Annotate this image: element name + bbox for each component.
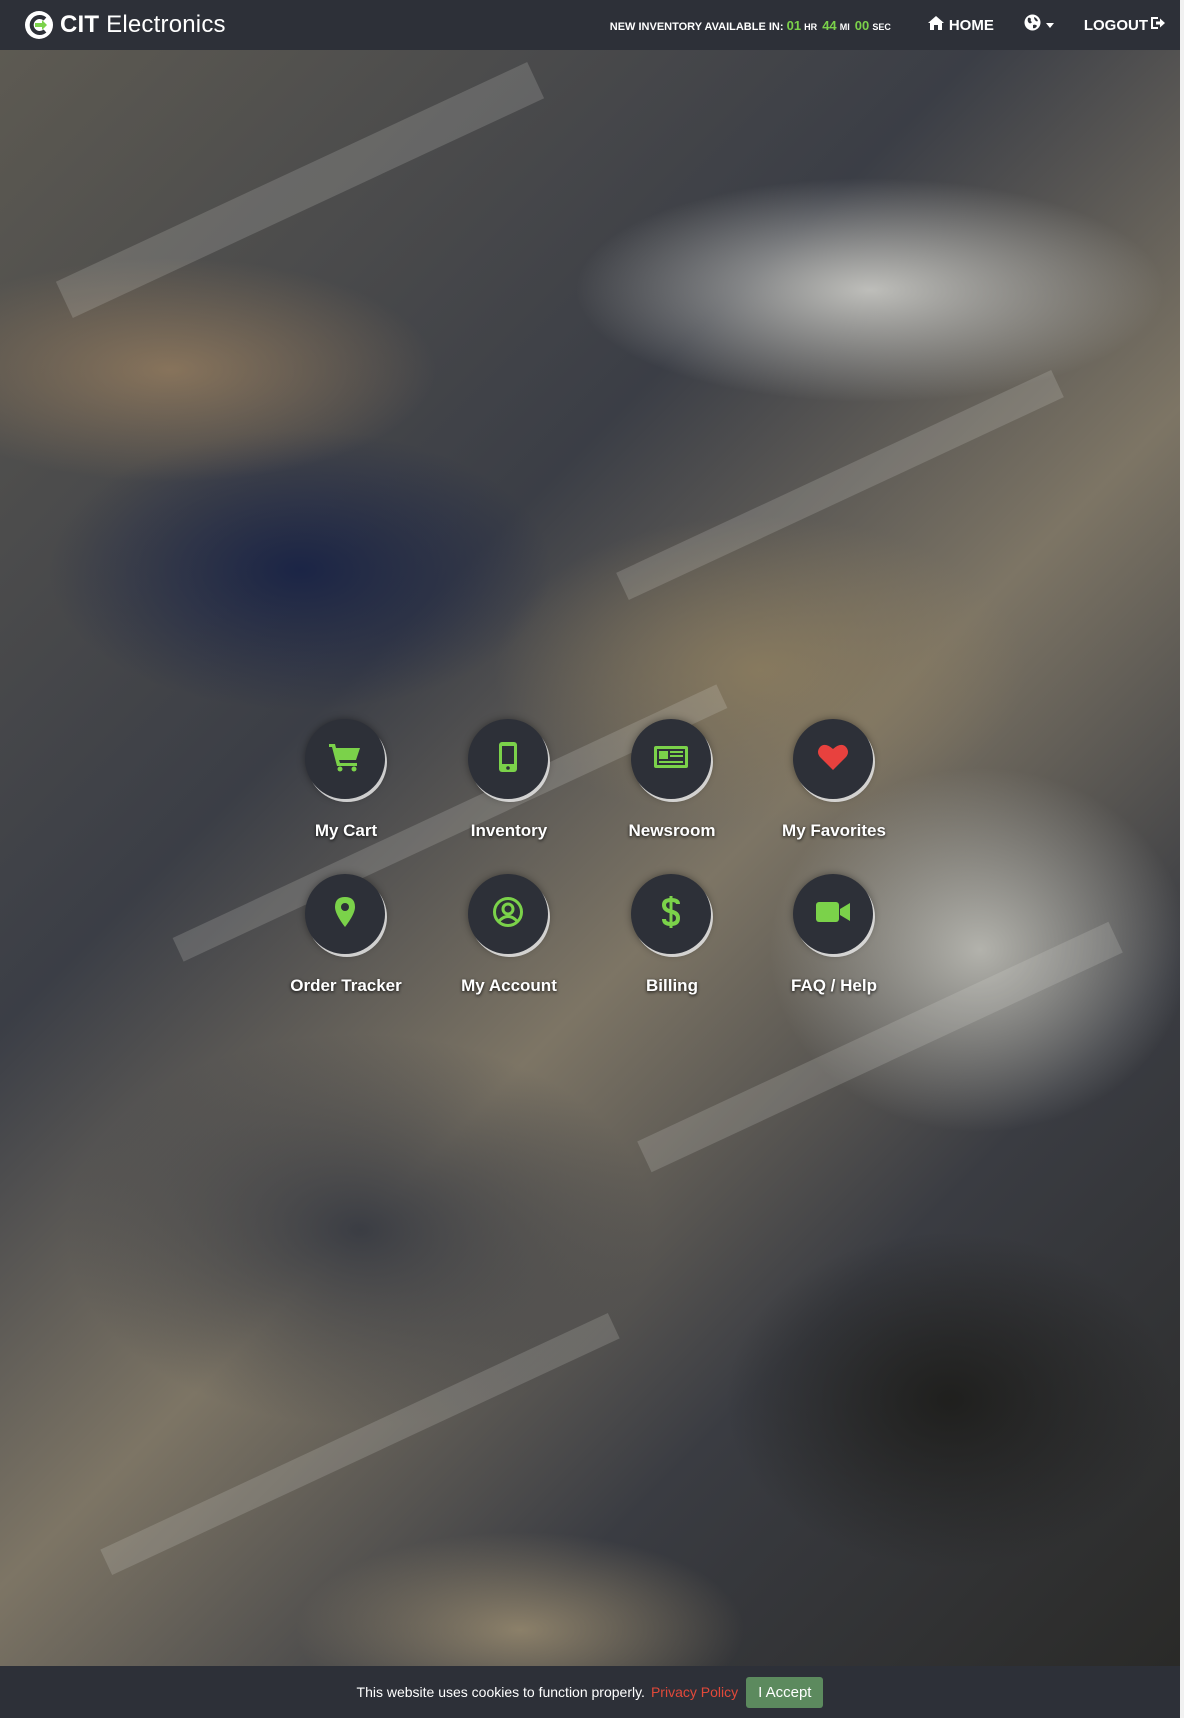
language-dropdown[interactable] [1024,14,1054,36]
tile-icon-circle [793,719,873,799]
tile-my-account[interactable]: My Account [424,874,594,1014]
tile-icon-circle [468,719,548,799]
chevron-down-icon [1045,22,1054,28]
tile-icon-circle [305,719,385,799]
tile-my-cart[interactable]: My Cart [261,719,431,859]
dollar-icon [661,895,681,934]
cookie-consent-bar: This website uses cookies to function pr… [0,1666,1180,1718]
countdown-minutes-unit: MI [839,21,850,32]
user-circle-icon [492,896,524,933]
newspaper-icon [653,745,689,774]
logout-label: LOGOUT [1083,16,1148,34]
brand-name-rest: Electronics [106,11,226,38]
tile-label: FAQ / Help [791,976,877,995]
privacy-policy-link[interactable]: Privacy Policy [651,1684,738,1700]
countdown-seconds-unit: SEC [872,21,891,32]
tile-label: Newsroom [628,821,716,840]
inventory-countdown: NEW INVENTORY AVAILABLE IN: 01 HR 44 MI … [610,18,893,33]
sign-out-icon [1148,16,1166,34]
tile-label: My Account [461,976,557,995]
home-link[interactable]: HOME [927,15,994,35]
brand-name-bold: CIT [60,11,100,38]
brand-logo-link[interactable]: CIT Electronics [24,10,226,40]
tile-label: My Favorites [782,821,886,840]
countdown-seconds: 00 [854,17,870,33]
countdown-hours: 01 [786,17,802,33]
tile-my-favorites[interactable]: My Favorites [749,719,919,859]
video-camera-icon [815,900,851,929]
tile-icon-circle [793,874,873,954]
tile-label: Inventory [470,821,548,840]
tile-icon-circle [631,874,711,954]
tile-label: My Cart [314,821,378,840]
countdown-minutes: 44 [822,17,837,33]
cit-logo-icon [24,10,54,40]
mobile-phone-icon [498,741,518,778]
tile-billing[interactable]: Billing [587,874,757,1014]
tile-label: Billing [646,976,698,995]
cart-icon [328,742,362,777]
map-marker-icon [334,896,356,933]
tile-order-tracker[interactable]: Order Tracker [261,874,431,1014]
globe-icon [1024,14,1041,36]
accept-cookies-button[interactable]: I Accept [746,1676,824,1708]
tile-faq-help[interactable]: FAQ / Help [749,874,919,1014]
tile-label: Order Tracker [290,976,402,995]
countdown-hours-unit: HR [804,21,818,32]
top-navbar: CIT Electronics NEW INVENTORY AVAILABLE … [0,0,1180,50]
countdown-label: NEW INVENTORY AVAILABLE IN: [609,20,784,33]
logout-link[interactable]: LOGOUT [1084,16,1166,34]
tile-icon-circle [305,874,385,954]
home-label: HOME [948,16,994,34]
home-icon [927,15,949,35]
tile-inventory[interactable]: Inventory [424,719,594,859]
tile-newsroom[interactable]: Newsroom [587,719,757,859]
heart-icon [817,743,849,776]
tile-icon-circle [468,874,548,954]
page-scrollbar[interactable] [1180,0,1184,1718]
cookie-message: This website uses cookies to function pr… [356,1684,645,1700]
tile-icon-circle [631,719,711,799]
brand-name: CIT Electronics [60,11,226,39]
